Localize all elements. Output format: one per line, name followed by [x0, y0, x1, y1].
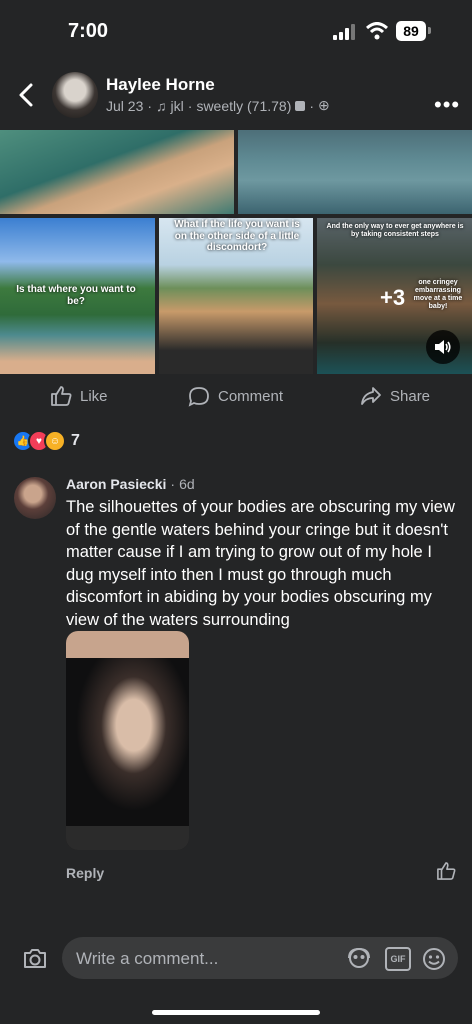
more-options-icon[interactable]: ••• [434, 92, 460, 118]
music-title[interactable]: jkl [171, 98, 184, 114]
post-photo-1[interactable] [0, 130, 234, 214]
post-meta: Jul 23 · ♫ jkl · sweetly (71.78) · ⊕ [106, 97, 330, 114]
care-reaction-icon: ☺ [44, 430, 66, 452]
comment-label: Comment [218, 388, 284, 405]
photo-top-strip [66, 631, 189, 658]
like-label: Like [80, 387, 108, 405]
photo-caption-text: What if the life you want is on the othe… [174, 219, 300, 253]
comment-bubble-icon [188, 387, 209, 407]
author-avatar[interactable] [52, 72, 98, 118]
photo-bottom-strip [66, 826, 189, 850]
share-label: Share [390, 387, 431, 405]
more-photos-count[interactable]: +3 [380, 285, 405, 311]
comment-author-name[interactable]: Aaron Pasiecki [66, 476, 166, 492]
separator-dot: · [147, 97, 153, 114]
battery-tip [428, 27, 431, 34]
globe-icon: ⊕ [318, 97, 330, 113]
back-arrow-icon[interactable] [16, 82, 38, 108]
like-button[interactable]: Like [50, 386, 108, 406]
separator-dot: · [187, 97, 193, 114]
post-author-name[interactable]: Haylee Horne [106, 75, 215, 95]
volume-icon[interactable] [426, 330, 460, 364]
separator-dot: · [309, 97, 315, 114]
comment-header: Aaron Pasiecki · 6d [66, 476, 195, 492]
explicit-icon [295, 100, 306, 111]
wifi-icon [366, 22, 388, 40]
post-date: Jul 23 [106, 97, 144, 114]
reactions-summary[interactable]: 👍 ♥ ☺ 7 [12, 430, 80, 452]
battery-indicator: 89 [396, 21, 426, 41]
comment-text: The silhouettes of your bodies are obscu… [66, 498, 455, 629]
photo-caption-text: Is that where you want to be? [16, 284, 136, 307]
photo-image [66, 658, 189, 826]
signal-icon [333, 24, 355, 40]
camera-icon[interactable] [22, 946, 48, 970]
comment-button[interactable]: Comment [188, 386, 283, 407]
music-note-icon: ♫ [156, 97, 167, 114]
song-name[interactable]: sweetly (71.78) [196, 98, 291, 114]
post-photo-2[interactable] [238, 130, 472, 214]
reaction-count: 7 [71, 432, 80, 449]
avatar-sticker-icon[interactable] [346, 946, 372, 970]
gif-button[interactable]: GIF [385, 947, 411, 971]
emoji-icon[interactable] [421, 946, 447, 972]
photo-caption-text: And the only way to ever get anywhere is… [326, 223, 464, 239]
share-button[interactable]: Share [360, 386, 430, 406]
thumbs-up-icon [51, 386, 72, 406]
commenter-avatar[interactable] [14, 477, 56, 519]
comment-like-icon[interactable] [436, 862, 456, 880]
share-arrow-icon [361, 387, 381, 405]
comment-time: 6d [179, 476, 195, 492]
photo-caption-text: one cringey embarrassing move at a time … [413, 279, 463, 311]
home-indicator [152, 1010, 320, 1015]
reply-button[interactable]: Reply [66, 865, 104, 881]
status-time: 7:00 [68, 20, 109, 42]
comment-photo[interactable] [66, 631, 189, 850]
comment-input-placeholder[interactable]: Write a comment... [76, 949, 218, 969]
